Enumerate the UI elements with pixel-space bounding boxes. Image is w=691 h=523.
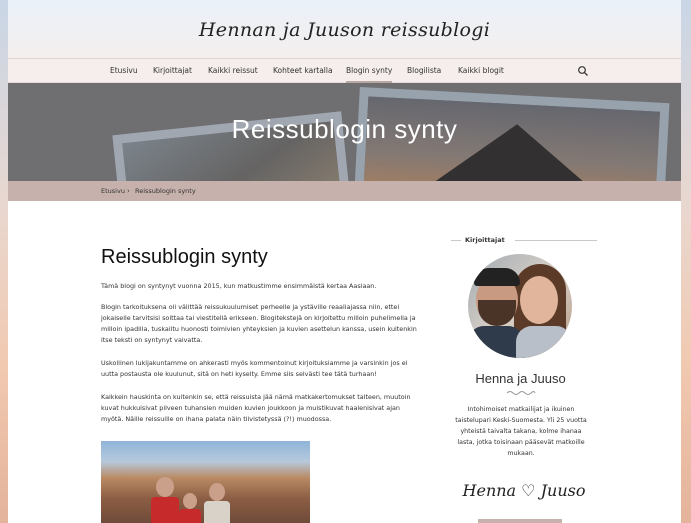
post-paragraph: Uskollinen lukijakuntamme on ahkerasti m… — [101, 359, 408, 378]
post-paragraph: Blogin tarkoituksena oli välittää reissu… — [101, 303, 417, 344]
nav-item-kirjoittajat[interactable]: Kirjoittajat — [153, 59, 192, 83]
post-paragraph: Kaikkein hauskinta on kuitenkin se, että… — [101, 393, 411, 423]
sidebar-widget-title: Kirjoittajat — [451, 235, 597, 245]
nav-item-blogin-synty[interactable]: Blogin synty — [346, 59, 393, 83]
post-title: Reissublogin synty — [101, 246, 268, 268]
site-title[interactable]: Hennan ja Juuson reissublogi — [8, 0, 681, 58]
nav-item-blogilista[interactable]: Blogilista — [407, 59, 441, 83]
nav-item-kaikki-reissut[interactable]: Kaikki reissut — [208, 59, 258, 83]
nav-item-etusivu[interactable]: Etusivu — [110, 59, 138, 83]
search-icon[interactable] — [577, 65, 589, 77]
hero-title: Reissublogin synty — [231, 114, 458, 144]
breadcrumb-current: Reissublogin synty — [135, 187, 196, 195]
breadcrumb: Etusivu › Reissublogin synty — [8, 181, 681, 201]
breadcrumb-separator: › — [127, 187, 130, 195]
hero-banner: Reissublogin synty — [8, 83, 681, 181]
author-name: Henna ja Juuso — [475, 371, 566, 386]
nav-item-kohteet-kartalla[interactable]: Kohteet kartalla — [273, 59, 333, 83]
author-signature: Henna ♡ Juuso — [462, 481, 586, 500]
main-content: Reissublogin synty Tämä blogi on syntyny… — [8, 201, 681, 523]
divider-squiggle-icon — [506, 391, 536, 395]
post-photo[interactable] — [101, 441, 310, 523]
sidebar-button[interactable] — [478, 519, 562, 523]
nav-item-kaikki-blogit[interactable]: Kaikki blogit — [458, 59, 504, 83]
page: Hennan ja Juuson reissublogi Etusivu Kir… — [8, 0, 681, 523]
avatar[interactable] — [468, 254, 572, 358]
author-bio: Intohimoiset matkailijat ja ikuinen tais… — [455, 406, 587, 457]
breadcrumb-home-link[interactable]: Etusivu — [101, 181, 125, 201]
main-nav: Etusivu Kirjoittajat Kaikki reissut Koht… — [8, 58, 681, 83]
post-paragraph: Tämä blogi on syntynyt vuonna 2015, kun … — [101, 282, 377, 290]
